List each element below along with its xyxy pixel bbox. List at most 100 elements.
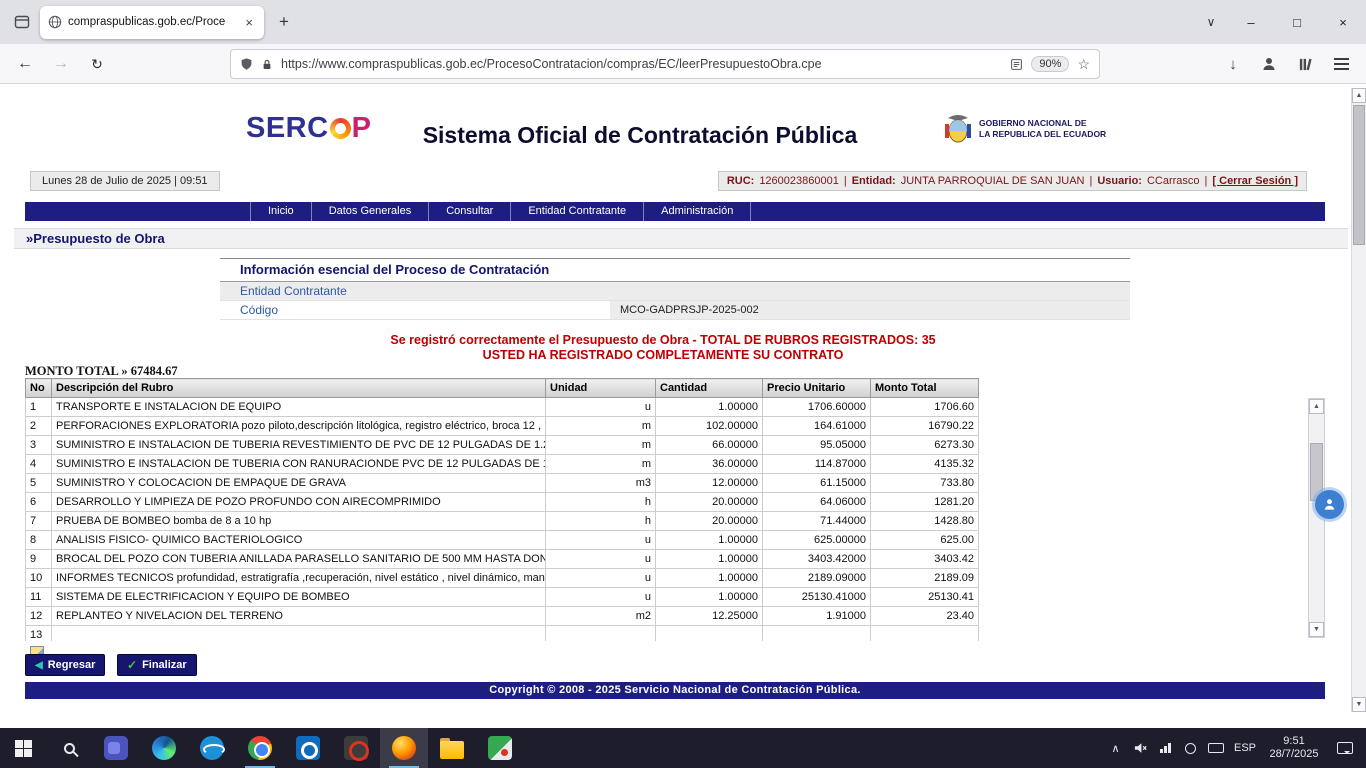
status-message-line-2: USTED HA REGISTRADO COMPLETAMENTE SU CON…: [0, 348, 1326, 363]
forward-icon[interactable]: →: [46, 49, 76, 79]
entidad-value: JUNTA PARROQUIAL DE SAN JUAN: [901, 175, 1085, 187]
teams-icon[interactable]: [92, 728, 140, 768]
sercop-logo-o-icon: [330, 118, 351, 139]
reader-view-icon[interactable]: [1010, 58, 1023, 71]
tab-close-icon[interactable]: ×: [242, 16, 256, 29]
sercop-logo: SERCP: [246, 112, 371, 145]
list-all-tabs-icon[interactable]: ∨: [1194, 15, 1228, 29]
url-bar[interactable]: https://www.compraspublicas.gob.ec/Proce…: [230, 49, 1100, 79]
usuario-label: Usuario:: [1097, 175, 1142, 187]
firefox-view-icon[interactable]: [9, 9, 35, 35]
page-scroll-up-icon[interactable]: ▲: [1352, 88, 1366, 103]
cell-no: 6: [26, 493, 52, 512]
cell-cantidad: 20.00000: [656, 493, 763, 512]
url-text[interactable]: https://www.compraspublicas.gob.ec/Proce…: [281, 57, 1002, 71]
cell-monto: 3403.42: [871, 550, 979, 569]
table-header-row: No Descripción del Rubro Unidad Cantidad…: [26, 379, 979, 398]
touch-keyboard-icon[interactable]: [1203, 728, 1228, 768]
cell-cantidad: 1.00000: [656, 588, 763, 607]
library-icon[interactable]: [1290, 49, 1320, 79]
internet-explorer-icon[interactable]: [188, 728, 236, 768]
header-cantidad: Cantidad: [656, 379, 763, 398]
finalizar-button[interactable]: ✓ Finalizar: [117, 654, 197, 676]
cell-no: 3: [26, 436, 52, 455]
menu-item-entidad-contratante[interactable]: Entidad Contratante: [511, 202, 644, 221]
browser-tab[interactable]: compraspublicas.gob.ec/Proce ×: [40, 6, 264, 39]
regresar-button[interactable]: ◀ Regresar: [25, 654, 105, 676]
file-explorer-icon[interactable]: [428, 728, 476, 768]
menu-item-administracion[interactable]: Administración: [644, 202, 751, 221]
firefox-icon[interactable]: [380, 728, 428, 768]
cell-precio: 64.06000: [763, 493, 871, 512]
cell-cantidad: 102.00000: [656, 417, 763, 436]
globe-icon: [48, 15, 62, 29]
breadcrumb: »Presupuesto de Obra: [14, 228, 1348, 249]
round-tray-icon[interactable]: [1178, 728, 1203, 768]
table-row: 1TRANSPORTE E INSTALACION DE EQUIPOu1.00…: [26, 398, 979, 417]
screen-capture-app-icon[interactable]: [476, 728, 524, 768]
downloads-icon[interactable]: ↓: [1218, 49, 1248, 79]
date-time-box: Lunes 28 de Julio de 2025 | 09:51: [30, 171, 220, 191]
header-no: No: [26, 379, 52, 398]
reload-icon[interactable]: ↻: [82, 49, 112, 79]
cell-monto: 23.40: [871, 607, 979, 626]
table-row: 8ANALISIS FISICO- QUIMICO BACTERIOLOGICO…: [26, 531, 979, 550]
check-icon: ✓: [127, 658, 137, 672]
cell-desc: TRANSPORTE E INSTALACION DE EQUIPO: [52, 398, 546, 417]
accessibility-widget-button[interactable]: [1315, 490, 1344, 519]
menu-item-inicio[interactable]: Inicio: [251, 202, 312, 221]
header-unidad: Unidad: [546, 379, 656, 398]
system-tray: ∧ ESP 9:51 28/7/2025: [1103, 728, 1366, 768]
cell-precio: [763, 626, 871, 642]
maximize-button[interactable]: □: [1274, 0, 1320, 44]
language-indicator[interactable]: ESP: [1228, 742, 1262, 754]
table-scroll-up-icon[interactable]: ▲: [1309, 399, 1324, 414]
menu-item-consultar[interactable]: Consultar: [429, 202, 511, 221]
shield-icon[interactable]: [240, 57, 253, 71]
page-scroll-down-icon[interactable]: ▼: [1352, 697, 1366, 712]
volume-icon[interactable]: [1128, 728, 1153, 768]
logout-link[interactable]: [ Cerrar Sesión ]: [1212, 175, 1298, 187]
close-button[interactable]: ×: [1320, 0, 1366, 44]
info-label-codigo: Código: [220, 301, 610, 319]
page-scrollbar-thumb[interactable]: [1353, 105, 1365, 245]
lock-icon[interactable]: [261, 58, 273, 71]
minimize-button[interactable]: –: [1228, 0, 1274, 44]
menu-hamburger-icon[interactable]: [1326, 49, 1356, 79]
chrome-icon[interactable]: [236, 728, 284, 768]
tray-chevron-icon[interactable]: ∧: [1103, 728, 1128, 768]
usuario-value: CCarrasco: [1147, 175, 1200, 187]
bookmark-star-icon[interactable]: ☆: [1077, 56, 1090, 73]
taskbar-clock[interactable]: 9:51 28/7/2025: [1262, 735, 1326, 761]
status-message-line-1: Se registró correctamente el Presupuesto…: [0, 333, 1326, 348]
search-icon[interactable]: [46, 728, 92, 768]
account-icon[interactable]: [1254, 49, 1284, 79]
table-scrollbar[interactable]: ▲ ▼: [1308, 398, 1325, 638]
edge-icon[interactable]: [140, 728, 188, 768]
table-row: 5SUMINISTRO Y COLOCACION DE EMPAQUE DE G…: [26, 474, 979, 493]
table-row: 6DESARROLLO Y LIMPIEZA DE POZO PROFUNDO …: [26, 493, 979, 512]
start-button[interactable]: [0, 728, 46, 768]
cell-cantidad: [656, 626, 763, 642]
cell-desc: REPLANTEO Y NIVELACION DEL TERRENO: [52, 607, 546, 626]
table-scroll-down-icon[interactable]: ▼: [1309, 622, 1324, 637]
cell-precio: 95.05000: [763, 436, 871, 455]
separator: |: [1089, 175, 1092, 187]
ruc-value: 1260023860001: [759, 175, 839, 187]
zoom-level-chip[interactable]: 90%: [1031, 56, 1069, 72]
page-scrollbar[interactable]: ▲ ▼: [1351, 88, 1366, 712]
cell-desc: INFORMES TECNICOS profundidad, estratigr…: [52, 569, 546, 588]
outlook-icon[interactable]: [284, 728, 332, 768]
cell-monto: 733.80: [871, 474, 979, 493]
cell-cantidad: 1.00000: [656, 398, 763, 417]
acrobat-icon[interactable]: [332, 728, 380, 768]
cell-desc: SISTEMA DE ELECTRIFICACION Y EQUIPO DE B…: [52, 588, 546, 607]
back-icon[interactable]: ←: [10, 49, 40, 79]
cell-no: 13: [26, 626, 52, 642]
network-icon[interactable]: [1153, 728, 1178, 768]
menu-item-datos-generales[interactable]: Datos Generales: [312, 202, 430, 221]
table-row: 3SUMINISTRO E INSTALACION DE TUBERIA REV…: [26, 436, 979, 455]
notifications-icon[interactable]: [1326, 742, 1364, 754]
browser-toolbar: ← → ↻ https://www.compraspublicas.gob.ec…: [0, 44, 1366, 84]
new-tab-button[interactable]: +: [270, 8, 298, 36]
